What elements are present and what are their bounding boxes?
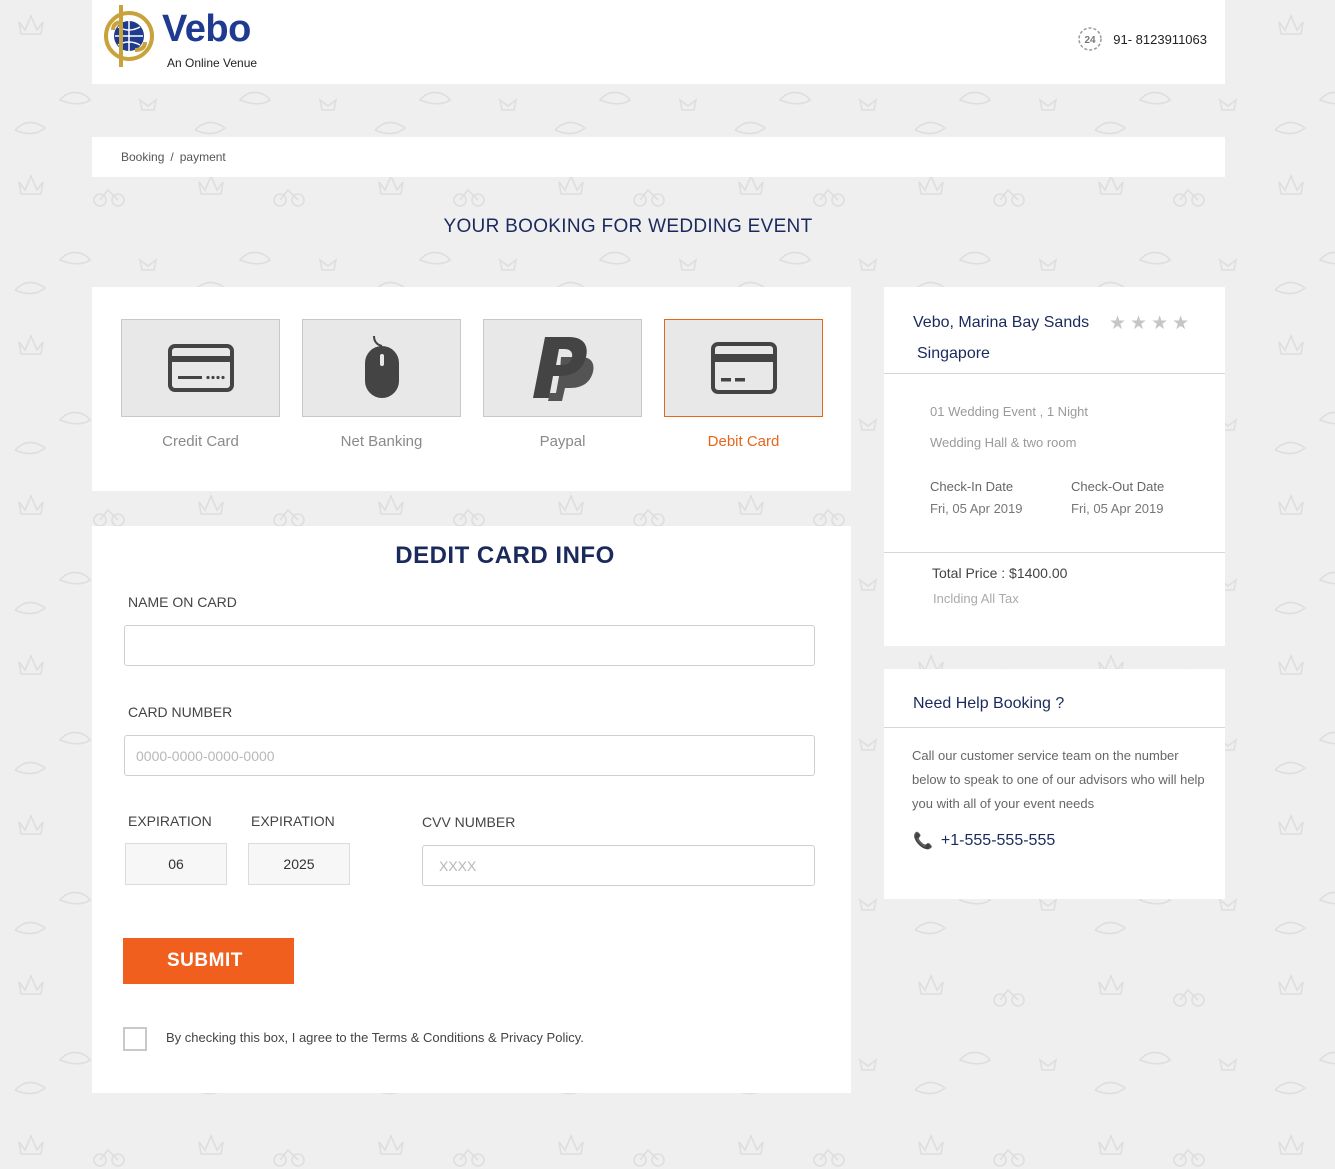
method-net-banking-label: Net Banking	[340, 433, 423, 450]
summary-divider	[884, 552, 1225, 553]
terms-text: By checking this box, I agree to the Ter…	[166, 1030, 584, 1045]
support-24-icon: 24	[1078, 27, 1102, 51]
breadcrumb: Booking / payment	[92, 137, 1225, 177]
booking-summary: Vebo, Marina Bay Sands ★ ★ ★ ★ Singapore…	[884, 287, 1225, 646]
header-phone[interactable]: 24 91- 8123911063	[1077, 26, 1207, 52]
expiration-year-label: EXPIRATION	[251, 813, 335, 829]
summary-divider	[884, 373, 1225, 374]
room-line: Wedding Hall & two room	[930, 435, 1077, 450]
total-price: Total Price : $1400.00	[932, 565, 1068, 581]
method-net-banking-box[interactable]	[302, 319, 461, 417]
header-phone-number: 91- 8123911063	[1113, 31, 1207, 47]
method-credit-card-box[interactable]	[121, 319, 280, 417]
breadcrumb-separator: /	[170, 150, 174, 164]
method-paypal[interactable]: Paypal	[483, 319, 642, 450]
checkout-label: Check-Out Date	[1071, 479, 1165, 494]
venue-city: Singapore	[917, 345, 990, 362]
checkin-label: Check-In Date	[930, 479, 1014, 494]
method-debit-card[interactable]: Debit Card	[664, 319, 823, 450]
method-paypal-box[interactable]	[483, 319, 642, 417]
method-credit-card-label: Credit Card	[162, 433, 239, 450]
site-header: Vebo An Online Venue 24 91- 8123911063	[92, 0, 1225, 84]
debit-card-icon	[710, 342, 777, 394]
help-title: Need Help Booking ?	[913, 695, 1065, 712]
card-number-label: CARD NUMBER	[128, 704, 233, 720]
expiration-year-select[interactable]: 2025	[248, 843, 350, 885]
method-debit-card-label: Debit Card	[707, 433, 780, 450]
card-form: DEDIT CARD INFO NAME ON CARD CARD NUMBER…	[92, 526, 851, 1093]
help-box: Need Help Booking ? Call our customer se…	[884, 669, 1225, 899]
venue-name: Vebo, Marina Bay Sands	[913, 314, 1090, 331]
star-icon: ★	[1151, 313, 1169, 334]
help-text: Call our customer service team on the nu…	[912, 748, 1205, 811]
breadcrumb-payment: payment	[179, 150, 226, 164]
mouse-icon	[364, 335, 399, 398]
checkin-value: Fri, 05 Apr 2019	[930, 501, 1023, 516]
method-net-banking[interactable]: Net Banking	[302, 319, 461, 450]
expiration-month-label: EXPIRATION	[128, 813, 212, 829]
svg-text:24: 24	[1085, 35, 1097, 46]
submit-button[interactable]: SUBMIT	[123, 938, 294, 984]
form-title: DEDIT CARD INFO	[395, 542, 615, 569]
cvv-label: CVV NUMBER	[422, 814, 516, 830]
credit-card-icon	[167, 344, 234, 392]
help-phone-number[interactable]: +1-555-555-555	[941, 832, 1055, 850]
logo-text: Vebo	[162, 8, 251, 50]
checkout-value: Fri, 05 Apr 2019	[1071, 501, 1164, 516]
method-paypal-label: Paypal	[539, 433, 586, 450]
cvv-input[interactable]	[422, 845, 815, 886]
payment-methods: Credit Card Net Banking Paypal Debit Car…	[92, 287, 851, 491]
paypal-icon	[532, 337, 593, 401]
tax-note: Inclding All Tax	[933, 591, 1019, 606]
star-icon: ★	[1172, 313, 1190, 334]
event-line: 01 Wedding Event , 1 Night	[930, 404, 1089, 419]
expiration-month-select[interactable]: 06	[125, 843, 227, 885]
name-on-card-input[interactable]	[124, 625, 815, 666]
name-on-card-label: NAME ON CARD	[128, 594, 237, 610]
logo-tagline: An Online Venue	[167, 56, 258, 70]
terms-checkbox[interactable]	[123, 1027, 147, 1051]
method-debit-card-box[interactable]	[664, 319, 823, 417]
venue-rating: ★ ★ ★ ★	[1109, 314, 1189, 334]
phone-icon: 📞	[913, 833, 933, 850]
star-icon: ★	[1130, 313, 1148, 334]
method-credit-card[interactable]: Credit Card	[121, 319, 280, 450]
card-number-input[interactable]	[124, 735, 815, 776]
page-title: YOUR BOOKING FOR WEDDING EVENT	[443, 216, 813, 237]
breadcrumb-booking[interactable]: Booking	[121, 150, 164, 164]
help-divider	[884, 727, 1225, 728]
help-phone[interactable]: 📞 +1-555-555-555	[913, 831, 1055, 851]
star-icon: ★	[1109, 313, 1127, 334]
